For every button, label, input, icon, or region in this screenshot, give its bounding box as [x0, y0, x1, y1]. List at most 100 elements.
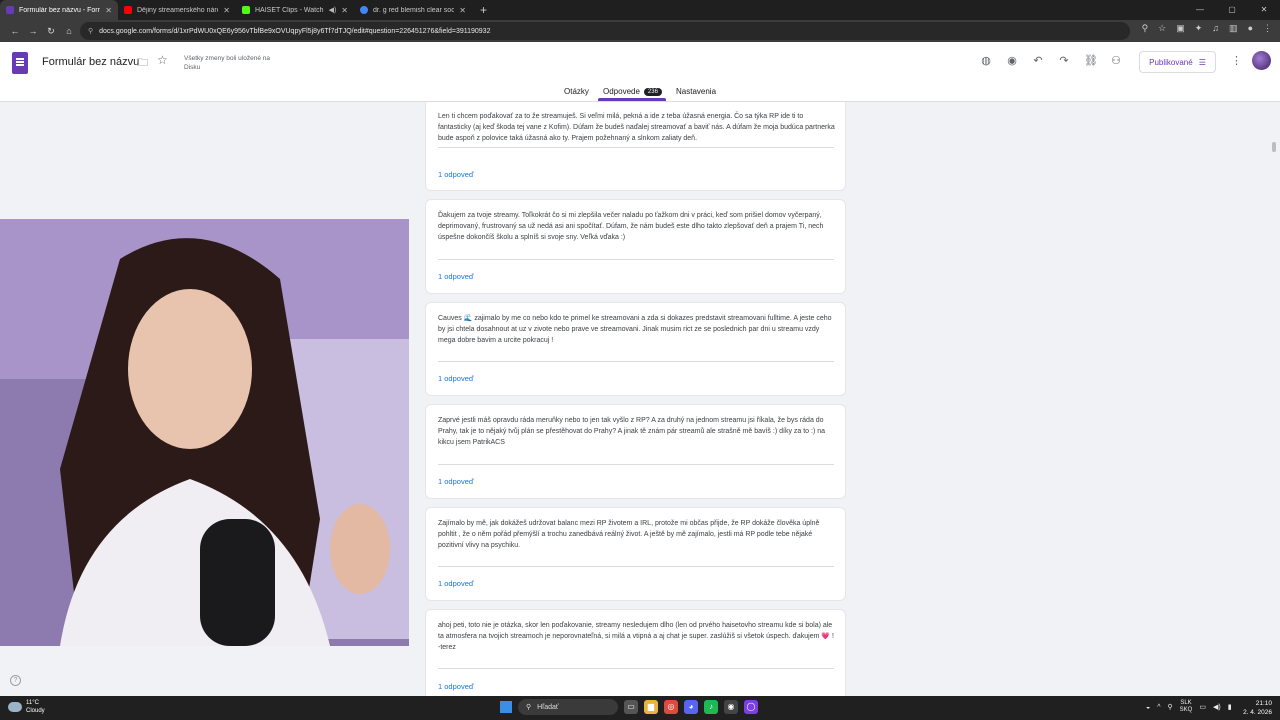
add-collaborator-icon[interactable]: ⚇: [1110, 54, 1122, 67]
home-icon[interactable]: ⌂: [60, 26, 78, 36]
form-title[interactable]: Formulár bez názvu: [42, 56, 139, 68]
reply-count-link[interactable]: 1 odpoveď: [438, 272, 473, 281]
tab-responses[interactable]: Odpovede 236: [603, 87, 662, 96]
response-card: ahoj peti, toto nie je otázka, skor len …: [425, 609, 846, 696]
response-card: Cauves 🌊 zajimalo by me co nebo kdo te p…: [425, 302, 846, 396]
app-icon[interactable]: ◯: [744, 700, 758, 714]
undo-icon[interactable]: ↶: [1032, 54, 1044, 67]
obs-icon[interactable]: ◉: [724, 700, 738, 714]
response-card: Zaprvé jestli máš opravdu ráda meruňky n…: [425, 404, 846, 499]
network-icon[interactable]: ▭: [1199, 703, 1206, 711]
close-icon[interactable]: ✕: [223, 6, 230, 15]
reply-count-link[interactable]: 1 odpoveď: [438, 170, 473, 179]
reload-icon[interactable]: ↻: [42, 26, 60, 37]
scrollbar[interactable]: [1272, 142, 1276, 152]
browser-tab-strip: Formulár bez názvu - Formulá ✕ Dějiny st…: [0, 0, 1280, 20]
window-controls: — ▢ ✕: [1184, 0, 1280, 20]
windows-start-icon[interactable]: [500, 701, 512, 713]
back-icon[interactable]: ←: [6, 26, 24, 36]
discord-icon[interactable]: ◕: [684, 700, 698, 714]
new-tab-button[interactable]: +: [472, 3, 495, 17]
menu-icon[interactable]: ⋮: [1263, 23, 1272, 34]
weather-widget[interactable]: 11°C Cloudy: [8, 699, 45, 715]
browser-tab[interactable]: Formulár bez názvu - Formulá ✕: [0, 0, 118, 20]
extension-icon[interactable]: ▣: [1176, 23, 1185, 34]
zoom-icon[interactable]: ⚲: [1142, 23, 1149, 34]
reply-count-link[interactable]: 1 odpoveď: [438, 374, 473, 383]
close-window-icon[interactable]: ✕: [1248, 0, 1280, 20]
cloud-icon: [8, 702, 22, 712]
extensions-area: ⚲ ☆ ▣ ✦ ♫ ▥ ● ⋮: [1142, 23, 1272, 34]
search-icon: ⚲: [526, 704, 532, 711]
taskbar-search[interactable]: ⚲ Hľadať: [518, 699, 618, 715]
sidepanel-icon[interactable]: ▥: [1229, 23, 1238, 34]
clock[interactable]: 21:10 2. 4. 2026: [1238, 699, 1272, 717]
browser-tab[interactable]: HAISET Clips - Watch Live ◀) ✕: [236, 0, 354, 20]
preview-eye-icon[interactable]: ◉: [1006, 54, 1018, 67]
extensions-puzzle-icon[interactable]: ✦: [1195, 23, 1203, 34]
folder-icon[interactable]: 🗀: [137, 54, 148, 73]
response-card: Zajímalo by mě, jak dokážeš udržovat bal…: [425, 507, 846, 601]
response-text: ahoj peti, toto nie je otázka, skor len …: [438, 622, 834, 651]
browser-tab[interactable]: Dějiny streamerského národa ( ✕: [118, 0, 236, 20]
bookmark-star-icon[interactable]: ☆: [1158, 23, 1166, 34]
response-text: Cauves 🌊 zajimalo by me co nebo kdo te p…: [438, 315, 832, 344]
response-text: Len ti chcem poďakovať za to že streamuj…: [438, 113, 835, 142]
browser-tab[interactable]: dr. g red blemish clear soothin ✕: [354, 0, 472, 20]
response-text: Ďakujem za tvoje streamy. Toľkokrát čo s…: [438, 212, 824, 241]
tune-icon: ☰: [1198, 57, 1206, 67]
chevron-up-icon[interactable]: ^: [1157, 704, 1160, 711]
google-favicon-icon: [360, 6, 368, 14]
close-icon[interactable]: ✕: [105, 6, 112, 15]
avatar[interactable]: [1252, 51, 1271, 70]
address-bar: ← → ↻ ⌂ ⚲ docs.google.com/forms/d/1xrPdW…: [0, 20, 1280, 42]
spotify-icon[interactable]: ♪: [704, 700, 718, 714]
tab-title: dr. g red blemish clear soothin: [373, 6, 455, 14]
media-icon[interactable]: ♫: [1212, 23, 1219, 34]
tray-app-icon[interactable]: ◒: [1146, 704, 1150, 711]
maximize-icon[interactable]: ▢: [1216, 0, 1248, 20]
divider: [438, 566, 834, 567]
redo-icon[interactable]: ↷: [1058, 54, 1070, 67]
divider: [438, 147, 834, 148]
close-icon[interactable]: ✕: [341, 6, 348, 15]
tab-settings[interactable]: Nastavenia: [676, 87, 716, 96]
webcam-overlay: [0, 219, 409, 646]
star-icon[interactable]: ☆: [157, 53, 168, 67]
file-explorer-icon[interactable]: ▆: [644, 700, 658, 714]
reply-count-link[interactable]: 1 odpoveď: [438, 477, 473, 486]
site-info-icon[interactable]: ⚲: [88, 27, 93, 35]
published-button[interactable]: Publikované ☰: [1139, 51, 1216, 73]
taskbar-apps: ⚲ Hľadať ▭ ▆ ◎ ◕ ♪ ◉ ◯: [500, 699, 758, 715]
help-icon[interactable]: ?: [10, 675, 21, 686]
task-view-icon[interactable]: ▭: [624, 700, 638, 714]
forward-icon[interactable]: →: [24, 26, 42, 36]
reply-count-link[interactable]: 1 odpoveď: [438, 682, 473, 691]
speaker-icon[interactable]: ◀): [1213, 703, 1221, 711]
chrome-icon[interactable]: ◎: [664, 700, 678, 714]
url-field[interactable]: ⚲ docs.google.com/forms/d/1xrPdWU0xQE6y9…: [80, 22, 1130, 40]
google-forms-logo-icon[interactable]: [12, 52, 28, 74]
tab-questions[interactable]: Otázky: [564, 87, 589, 96]
response-count-badge: 236: [643, 88, 662, 96]
link-icon[interactable]: ⛓: [1084, 54, 1098, 67]
response-text: Zaprvé jestli máš opravdu ráda meruňky n…: [438, 417, 826, 446]
divider: [438, 668, 834, 669]
minimize-icon[interactable]: —: [1184, 0, 1216, 20]
lang-top: SLK: [1180, 700, 1192, 706]
tab-title: HAISET Clips - Watch Live: [255, 6, 324, 14]
reply-count-link[interactable]: 1 odpoveď: [438, 579, 473, 588]
battery-icon[interactable]: ▮: [1228, 703, 1232, 711]
tab-title: Dějiny streamerského národa (: [137, 6, 218, 14]
more-options-icon[interactable]: ⋮: [1231, 54, 1242, 67]
system-tray: ◒ ^ ⚲ SLK SKQ ▭ ◀) ▮: [1146, 700, 1232, 714]
search-label: Hľadať: [537, 703, 559, 711]
forms-favicon-icon: [6, 6, 14, 14]
profile-icon[interactable]: ●: [1248, 23, 1253, 34]
speaker-icon[interactable]: ◀): [329, 6, 337, 14]
language-indicator[interactable]: SLK SKQ: [1180, 700, 1193, 714]
palette-icon[interactable]: ◍: [980, 54, 992, 67]
close-icon[interactable]: ✕: [459, 6, 466, 15]
webcam-image: [0, 219, 409, 646]
tray-security-icon[interactable]: ⚲: [1168, 703, 1173, 711]
